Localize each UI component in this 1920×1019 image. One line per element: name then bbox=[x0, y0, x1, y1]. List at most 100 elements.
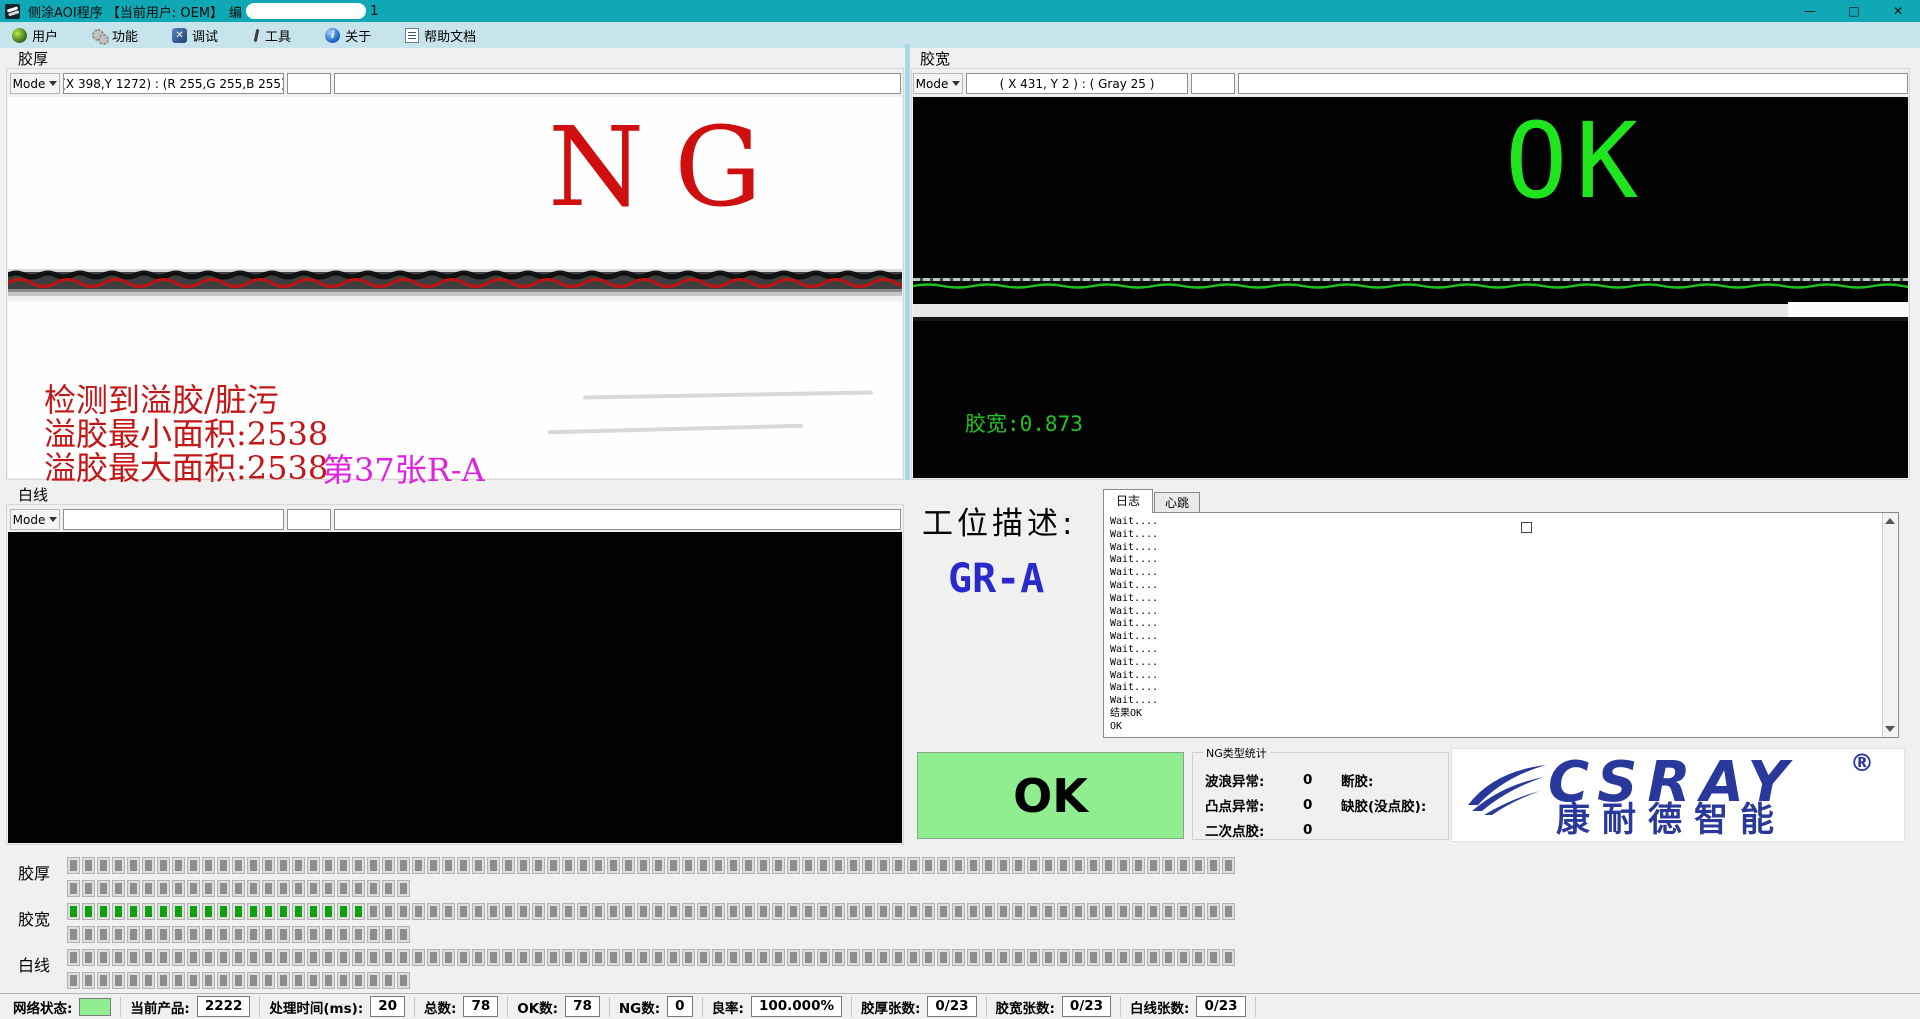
menu-item-function[interactable]: 功能 bbox=[92, 26, 138, 45]
indicator-cell bbox=[577, 903, 590, 920]
panel-title-glue-thickness: 胶厚 bbox=[18, 48, 48, 69]
indicator-cell bbox=[532, 903, 545, 920]
indicator-cell bbox=[997, 903, 1010, 920]
aux-field-white-line[interactable] bbox=[287, 509, 331, 530]
statusbar-label: 处理时间(ms): bbox=[269, 997, 363, 1017]
indicator-cell bbox=[307, 949, 320, 966]
indicator-cell bbox=[322, 903, 335, 920]
menu-label: 用户 bbox=[32, 26, 58, 45]
indicator-cell bbox=[262, 926, 275, 943]
log-checkbox[interactable] bbox=[1521, 522, 1532, 533]
white-line-image-canvas[interactable] bbox=[8, 532, 902, 843]
indicator-cell bbox=[352, 880, 365, 897]
indicator-cell bbox=[127, 926, 140, 943]
indicator-cell bbox=[1177, 949, 1190, 966]
close-button[interactable]: ✕ bbox=[1876, 0, 1920, 22]
indicator-cell bbox=[352, 926, 365, 943]
statusbar-value: 0 bbox=[667, 996, 692, 1017]
menu-item-debug[interactable]: 调试 bbox=[172, 26, 218, 45]
menu-item-user[interactable]: 用户 bbox=[12, 26, 58, 45]
indicator-cell bbox=[967, 949, 980, 966]
indicator-cell bbox=[1012, 903, 1025, 920]
statusbar-item: 总数:78 bbox=[415, 997, 508, 1017]
indicator-cell bbox=[727, 903, 740, 920]
indicator-cell bbox=[1057, 903, 1070, 920]
indicator-cell bbox=[757, 903, 770, 920]
indicator-cell bbox=[97, 926, 110, 943]
indicator-row bbox=[67, 857, 1237, 874]
indicator-cell bbox=[382, 949, 395, 966]
indicator-cell bbox=[607, 949, 620, 966]
indicator-cell bbox=[967, 903, 980, 920]
indicator-cell bbox=[1132, 903, 1145, 920]
tab-heartbeat[interactable]: 心跳 bbox=[1154, 492, 1200, 513]
indicator-cell bbox=[262, 903, 275, 920]
indicator-cell bbox=[637, 857, 650, 874]
maximize-button[interactable]: □ bbox=[1832, 0, 1876, 22]
scroll-down-icon[interactable] bbox=[1885, 726, 1895, 732]
indicator-cell bbox=[112, 926, 125, 943]
tab-log[interactable]: 日志 bbox=[1103, 489, 1153, 513]
glue-thickness-image-canvas[interactable]: NG 检测到溢胶/脏污 溢胶最小面积:2538 溢胶最大面积:2538 第37张… bbox=[8, 97, 902, 478]
result-status-button[interactable]: OK bbox=[917, 752, 1184, 839]
indicator-cell bbox=[562, 857, 575, 874]
log-panel[interactable]: Wait.... Wait.... Wait.... Wait.... Wait… bbox=[1103, 512, 1899, 738]
indicator-cell bbox=[457, 903, 470, 920]
indicator-cell bbox=[202, 903, 215, 920]
indicator-cell bbox=[397, 926, 410, 943]
statusbar-label: OK数: bbox=[517, 997, 558, 1017]
indicator-cell bbox=[1072, 857, 1085, 874]
indicator-cell bbox=[832, 903, 845, 920]
indicator-cell bbox=[322, 949, 335, 966]
glue-width-image-canvas[interactable]: OK 胶宽:0.873 bbox=[913, 97, 1908, 478]
indicator-cell bbox=[1192, 903, 1205, 920]
indicator-cell bbox=[187, 903, 200, 920]
glue-edge-strip bbox=[8, 269, 902, 301]
indicator-cell bbox=[217, 949, 230, 966]
mode-dropdown-glue-thickness[interactable]: Mode bbox=[10, 73, 60, 94]
message-field-glue-width[interactable] bbox=[1238, 73, 1908, 94]
indicator-cell bbox=[1177, 903, 1190, 920]
indicator-cell bbox=[1132, 949, 1145, 966]
aux-field-glue-width[interactable] bbox=[1191, 73, 1235, 94]
indicator-cell bbox=[442, 949, 455, 966]
indicator-cell bbox=[337, 926, 350, 943]
message-field-white-line[interactable] bbox=[334, 509, 901, 530]
indicator-cell bbox=[1117, 949, 1130, 966]
indicator-cell bbox=[187, 972, 200, 989]
menu-item-tools[interactable]: 工具 bbox=[252, 26, 291, 45]
menu-item-help-doc[interactable]: 帮助文档 bbox=[405, 26, 476, 45]
minimize-button[interactable]: — bbox=[1788, 0, 1832, 22]
menu-label: 关于 bbox=[345, 26, 371, 45]
indicator-cell bbox=[397, 903, 410, 920]
indicator-cell bbox=[427, 903, 440, 920]
indicator-cell bbox=[157, 926, 170, 943]
statusbar-value: 78 bbox=[565, 996, 600, 1017]
aux-field-glue-thickness[interactable] bbox=[287, 73, 331, 94]
indicator-cell bbox=[727, 857, 740, 874]
indicator-cell bbox=[97, 903, 110, 920]
scroll-up-icon[interactable] bbox=[1885, 518, 1895, 524]
redaction-mark bbox=[583, 390, 873, 399]
indicator-cell bbox=[292, 949, 305, 966]
indicator-cell bbox=[262, 949, 275, 966]
aoi-application-window: 侧涂AOI程序 【当前用户: OEM】 编 1 — □ ✕ 用户 功能 调试 工… bbox=[0, 0, 1920, 1019]
statusbar-label: 良率: bbox=[712, 997, 744, 1017]
debug-icon bbox=[172, 28, 187, 43]
indicator-cell bbox=[157, 880, 170, 897]
log-content[interactable]: Wait.... Wait.... Wait.... Wait.... Wait… bbox=[1104, 513, 1898, 734]
indicator-cell bbox=[112, 903, 125, 920]
indicator-cell bbox=[937, 903, 950, 920]
statusbar-value: 20 bbox=[370, 996, 405, 1017]
mode-dropdown-white-line[interactable]: Mode bbox=[10, 509, 60, 530]
statusbar-value: 78 bbox=[463, 996, 498, 1017]
indicator-cell bbox=[442, 857, 455, 874]
mode-dropdown-glue-width[interactable]: Mode bbox=[913, 73, 963, 94]
message-field-glue-thickness[interactable] bbox=[334, 73, 901, 94]
indicator-cell bbox=[97, 880, 110, 897]
indicator-cell bbox=[592, 949, 605, 966]
indicator-cell bbox=[67, 972, 80, 989]
indicator-cell bbox=[397, 972, 410, 989]
menu-item-about[interactable]: 关于 bbox=[325, 26, 371, 45]
log-scrollbar[interactable] bbox=[1882, 513, 1898, 737]
